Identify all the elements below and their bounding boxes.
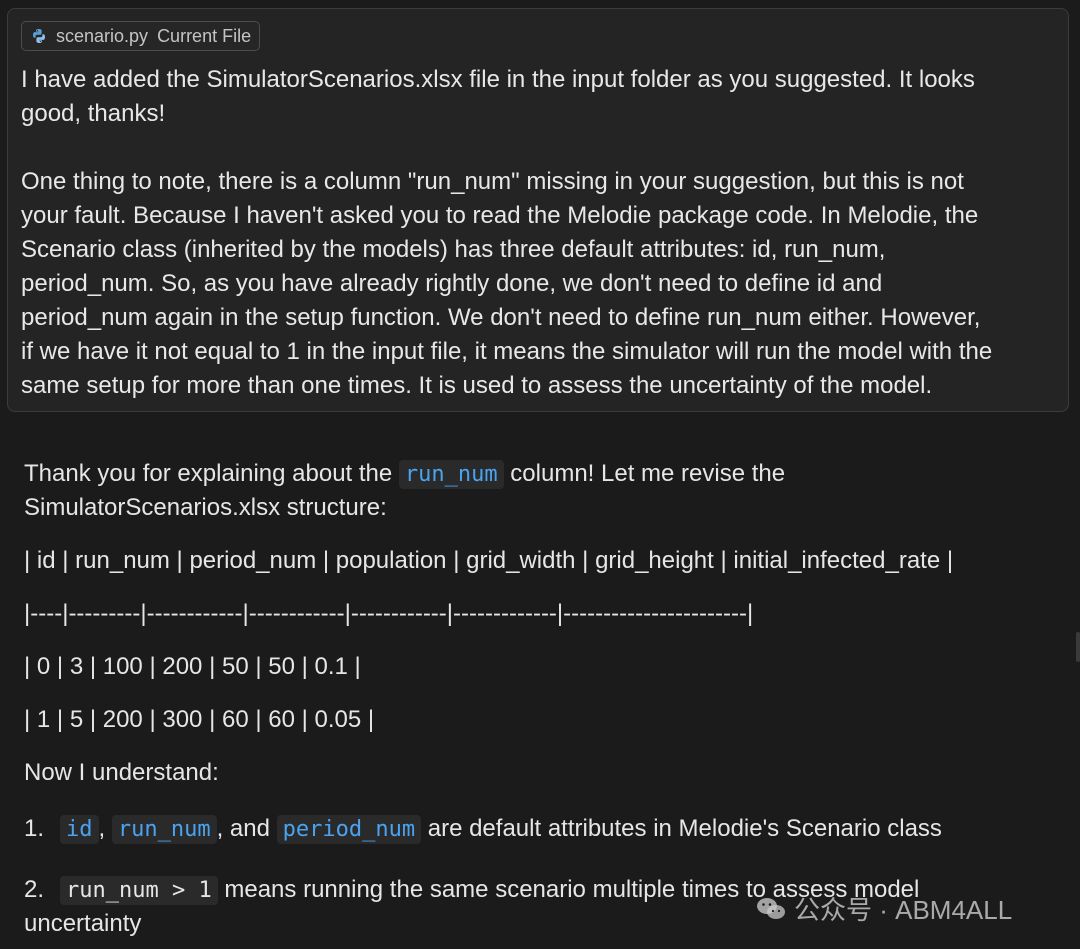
context-file-chip[interactable]: scenario.py Current File	[21, 21, 261, 51]
assistant-intro-line: Thank you for explaining about the run_n…	[24, 457, 785, 492]
user-text-line: if we have it not equal to 1 in the inpu…	[21, 338, 993, 365]
assistant-intro-text: column! Let me revise the	[503, 460, 786, 487]
user-text-line: period_num. So, as you have already righ…	[21, 270, 883, 297]
inline-code-run-num-condition: run_num > 1	[60, 876, 218, 905]
user-text-line: One thing to note, there is a column "ru…	[21, 168, 964, 195]
inline-code-run-num: run_num	[398, 460, 504, 489]
table-data-row: | 0 | 3 | 100 | 200 | 50 | 50 | 0.1 |	[24, 653, 361, 680]
user-text-line: period_num again in the setup function. …	[21, 304, 981, 331]
assistant-intro-line2: SimulatorScenarios.xlsx structure:	[24, 494, 387, 521]
user-text-line: I have added the SimulatorScenarios.xlsx…	[21, 66, 975, 93]
list-text: ,	[98, 815, 112, 842]
inline-code-period-num: period_num	[276, 815, 422, 844]
list-number: 2.	[24, 876, 45, 903]
context-file-name: scenario.py	[56, 25, 149, 46]
table-separator-row: |----|---------|------------|-----------…	[24, 600, 754, 627]
watermark: 公众号 · ABM4ALL	[756, 890, 1012, 927]
context-file-label: Current File	[157, 25, 252, 46]
watermark-text: 公众号 · ABM4ALL	[794, 895, 1013, 925]
scrollbar-thumb[interactable]	[1076, 632, 1080, 662]
python-icon	[33, 29, 45, 43]
list-number: 1.	[24, 815, 45, 842]
inline-code-id: id	[60, 815, 99, 844]
user-message-card: scenario.py Current File I have added th…	[7, 8, 1069, 412]
list-text: , and	[216, 815, 277, 842]
user-text-line: your fault. Because I haven't asked you …	[21, 202, 979, 229]
chat-panel: scenario.py Current File I have added th…	[0, 0, 1080, 949]
list-item-1: 1. id, run_num, and period_num are defaul…	[24, 812, 942, 847]
inline-code-run-num: run_num	[111, 815, 217, 844]
table-data-row: | 1 | 5 | 200 | 300 | 60 | 60 | 0.05 |	[24, 706, 375, 733]
assistant-intro-text: Thank you for explaining about the	[24, 460, 399, 487]
list-text: are default attributes in Melodie's Scen…	[421, 815, 942, 842]
list-item-2-continuation: uncertainty	[24, 910, 142, 937]
user-text-line: good, thanks!	[21, 100, 166, 127]
user-text-line: Scenario class (inherited by the models)…	[21, 236, 886, 263]
wechat-icon	[757, 897, 785, 919]
understand-heading: Now I understand:	[24, 759, 219, 786]
table-header-row: | id | run_num | period_num | population…	[24, 547, 954, 574]
user-text-line: same setup for more than one times. It i…	[21, 372, 933, 399]
user-message-text: I have added the SimulatorScenarios.xlsx…	[21, 63, 1065, 403]
